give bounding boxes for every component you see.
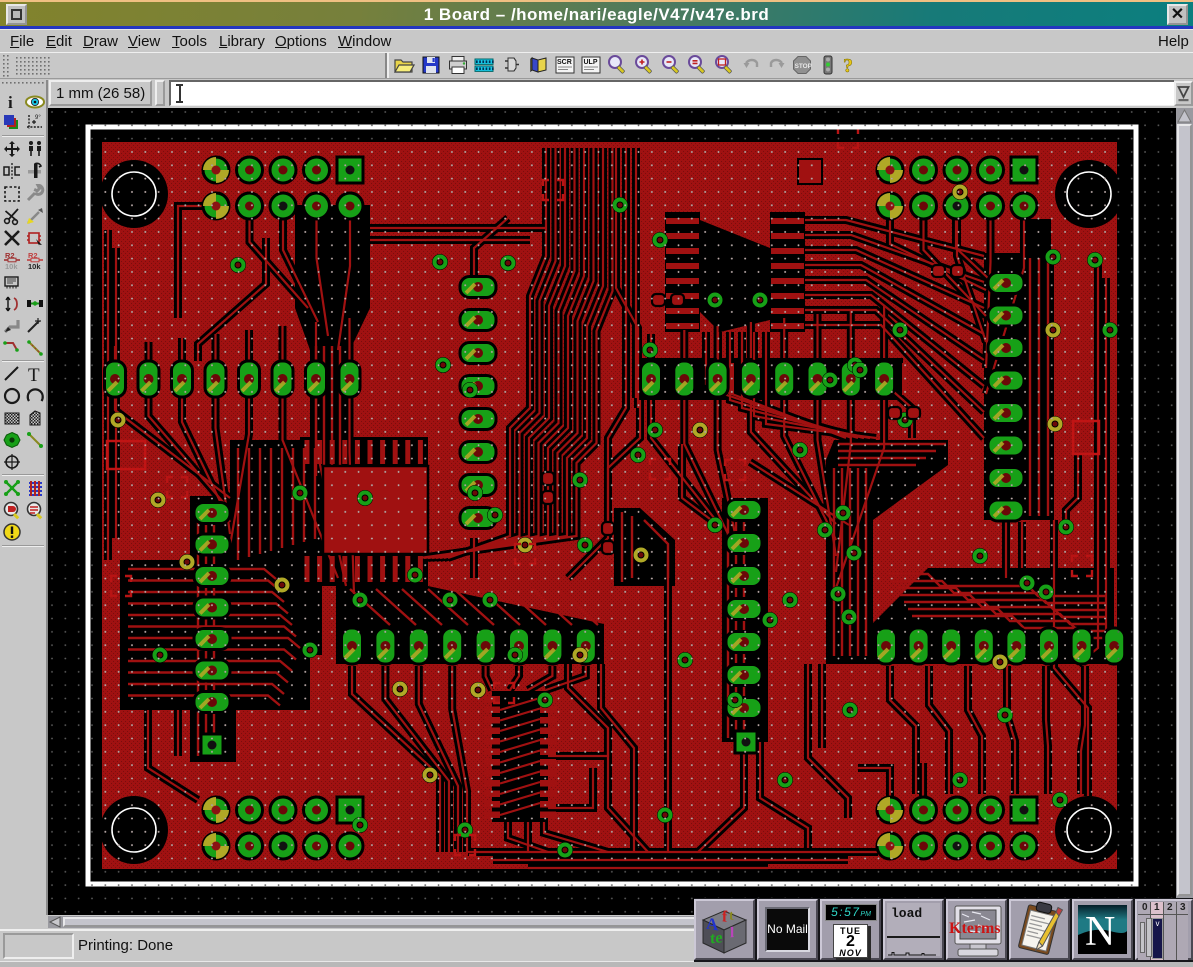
svg-text:te: te [710,929,722,947]
svg-text:STOP: STOP [795,63,813,70]
svg-text:?: ? [843,55,853,76]
svg-text:l: l [730,925,734,941]
svg-text:SCR: SCR [557,59,572,66]
svg-text:N: N [1085,909,1115,954]
svg-text:i: i [8,93,13,112]
svg-text:T: T [28,365,40,384]
svg-text:10k: 10k [5,262,18,270]
svg-text:f: f [722,908,728,926]
svg-text:9°: 9° [35,115,41,121]
svg-text:Kterms: Kterms [949,920,1001,937]
svg-text:ULP: ULP [584,59,598,66]
svg-text:10k: 10k [28,262,41,270]
svg-text:t: t [729,907,734,924]
